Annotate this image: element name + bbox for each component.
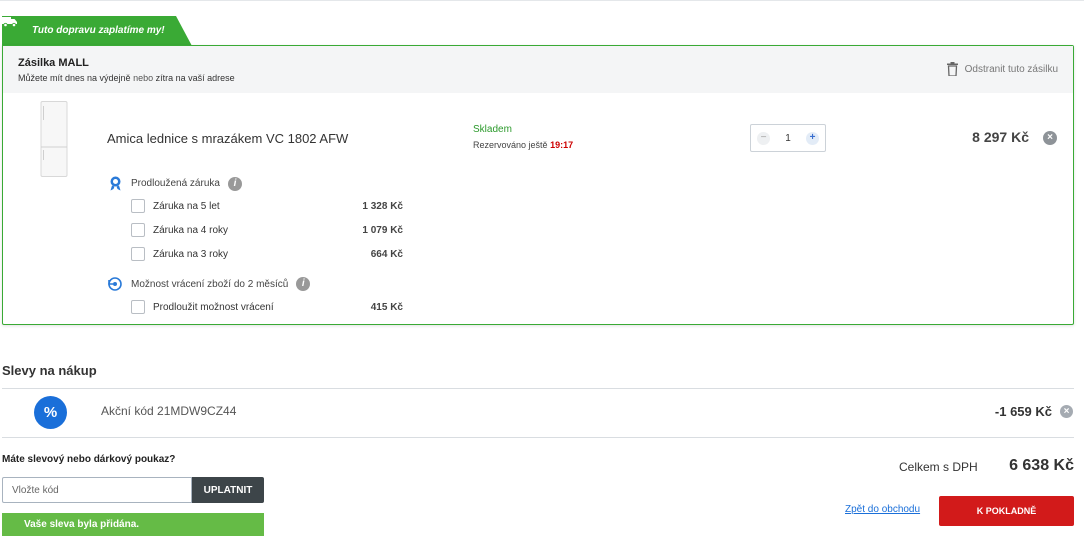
warranty-option-label: Záruka na 4 roky [153, 224, 229, 236]
delivery-tomorrow-text: zítra na vaší adrese [155, 73, 235, 83]
remove-shipment-label: Odstranit tuto zásilku [964, 63, 1058, 75]
discount-amount: -1 659 Kč [994, 404, 1052, 419]
product-price: 8 297 Kč [972, 129, 1029, 145]
warranty-info-icon[interactable]: i [227, 176, 242, 191]
shipment-box: Zásilka MALL Můžete mít dnes na výdejně … [2, 45, 1074, 325]
delivery-or-text: nebo [133, 73, 154, 83]
warranty-checkbox[interactable] [131, 223, 145, 237]
returns-section-title: Možnost vrácení zboží do 2 měsíců i [108, 277, 311, 291]
warranty-option[interactable]: Záruka na 5 let 1 328 Kč [131, 197, 403, 215]
total-label: Celkem s DPH [899, 460, 978, 474]
warranty-option[interactable]: Záruka na 4 roky 1 079 Kč [131, 221, 403, 239]
shipment-delivery-info: Můžete mít dnes na výdejně nebo zítra na… [18, 73, 235, 83]
total-value: 6 638 Kč [1009, 457, 1074, 474]
warranty-option[interactable]: Záruka na 3 roky 664 Kč [131, 245, 403, 263]
reservation-time: 19:17 [550, 140, 574, 150]
remove-product-icon[interactable]: × [1043, 131, 1057, 145]
returns-title: Možnost vrácení zboží do 2 měsíců [131, 278, 289, 290]
product-name[interactable]: Amica lednice s mrazákem VC 1802 AFW [107, 131, 348, 146]
percent-icon: % [34, 396, 67, 429]
warranty-checkbox[interactable] [131, 199, 145, 213]
product-image[interactable] [40, 101, 68, 177]
reservation-label: Rezervováno ještě [473, 140, 548, 150]
warranty-option-label: Záruka na 3 roky [153, 248, 229, 260]
free-shipping-text: Tuto dopravu zaplatíme my! [32, 25, 165, 36]
warranty-section-title: Prodloužená záruka i [109, 176, 242, 191]
quantity-stepper: − 1 + [750, 124, 826, 152]
top-divider [0, 0, 1084, 1]
remove-shipment-button[interactable]: Odstranit tuto zásilku [946, 62, 1058, 76]
apply-voucher-button[interactable]: UPLATNIT [192, 477, 264, 503]
discounts-divider-bottom [2, 437, 1074, 438]
remove-discount-icon[interactable]: × [1060, 405, 1073, 418]
discount-code-label: Akční kód 21MDW9CZ44 [101, 404, 237, 418]
free-shipping-badge: Tuto dopravu zaplatíme my! [2, 16, 192, 46]
warranty-option-price: 1 079 Kč [362, 224, 403, 236]
warranty-option-price: 664 Kč [370, 248, 403, 260]
back-to-shop-link[interactable]: Zpět do obchodu [845, 504, 920, 515]
reservation-info: Rezervováno ještě 19:17 [473, 140, 573, 150]
truck-icon [2, 17, 17, 27]
returns-option[interactable]: Prodloužit možnost vrácení 415 Kč [131, 298, 403, 316]
trash-icon [946, 62, 958, 76]
returns-info-icon[interactable]: i [296, 277, 311, 291]
warranty-checkbox[interactable] [131, 247, 145, 261]
returns-checkbox[interactable] [131, 300, 145, 314]
checkout-button[interactable]: K POKLADNĚ [939, 496, 1074, 526]
returns-option-label: Prodloužit možnost vrácení [153, 301, 274, 313]
voucher-code-input[interactable] [2, 477, 192, 503]
warranty-option-label: Záruka na 5 let [153, 200, 220, 212]
shipment-title: Zásilka MALL [18, 57, 89, 69]
award-icon [110, 176, 121, 191]
return-arrow-icon [108, 277, 122, 291]
returns-option-price: 415 Kč [370, 301, 403, 313]
warranty-title: Prodloužená záruka [131, 178, 220, 189]
delivery-today-text: Můžete mít dnes na výdejně [18, 73, 131, 83]
quantity-increase-button[interactable]: + [806, 132, 819, 145]
voucher-success-message: Vaše sleva byla přidána. [2, 513, 264, 536]
discounts-divider-top [2, 388, 1074, 389]
warranty-option-price: 1 328 Kč [362, 200, 403, 212]
discounts-title: Slevy na nákup [2, 363, 97, 378]
stock-status: Skladem [473, 124, 512, 135]
shipment-header: Zásilka MALL Můžete mít dnes na výdejně … [3, 46, 1073, 93]
voucher-question: Máte slevový nebo dárkový poukaz? [2, 454, 176, 465]
